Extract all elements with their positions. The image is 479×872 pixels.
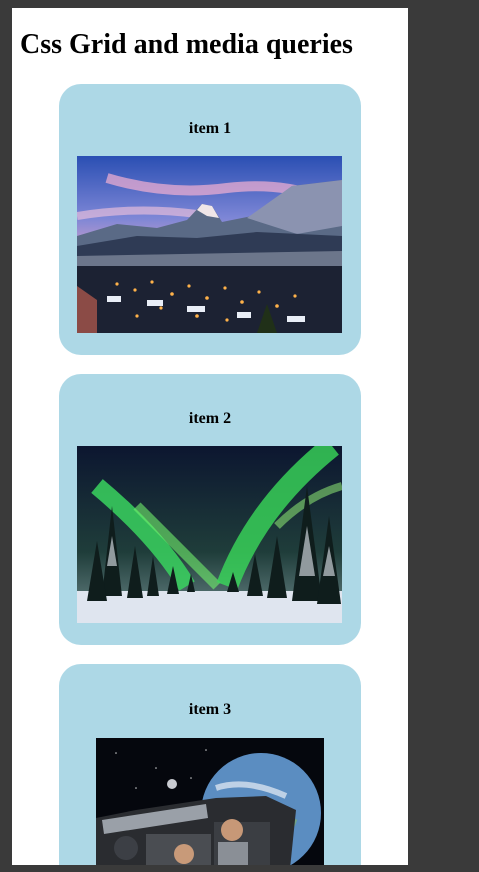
grid-item-2-image <box>77 446 342 623</box>
grid-item-2: item 2 <box>59 374 361 645</box>
page-title: Css Grid and media queries <box>20 29 353 60</box>
browser-viewport: Css Grid and media queries item 1 item 2… <box>12 8 408 865</box>
grid-item-3-image <box>96 738 324 865</box>
grid-item-3-title: item 3 <box>188 701 232 718</box>
grid-item-3: item 3 <box>59 664 361 865</box>
grid-item-1: item 1 <box>59 84 361 355</box>
grid-item-1-image <box>77 156 342 333</box>
grid-item-1-title: item 1 <box>188 120 232 137</box>
grid-item-2-title: item 2 <box>188 410 232 427</box>
